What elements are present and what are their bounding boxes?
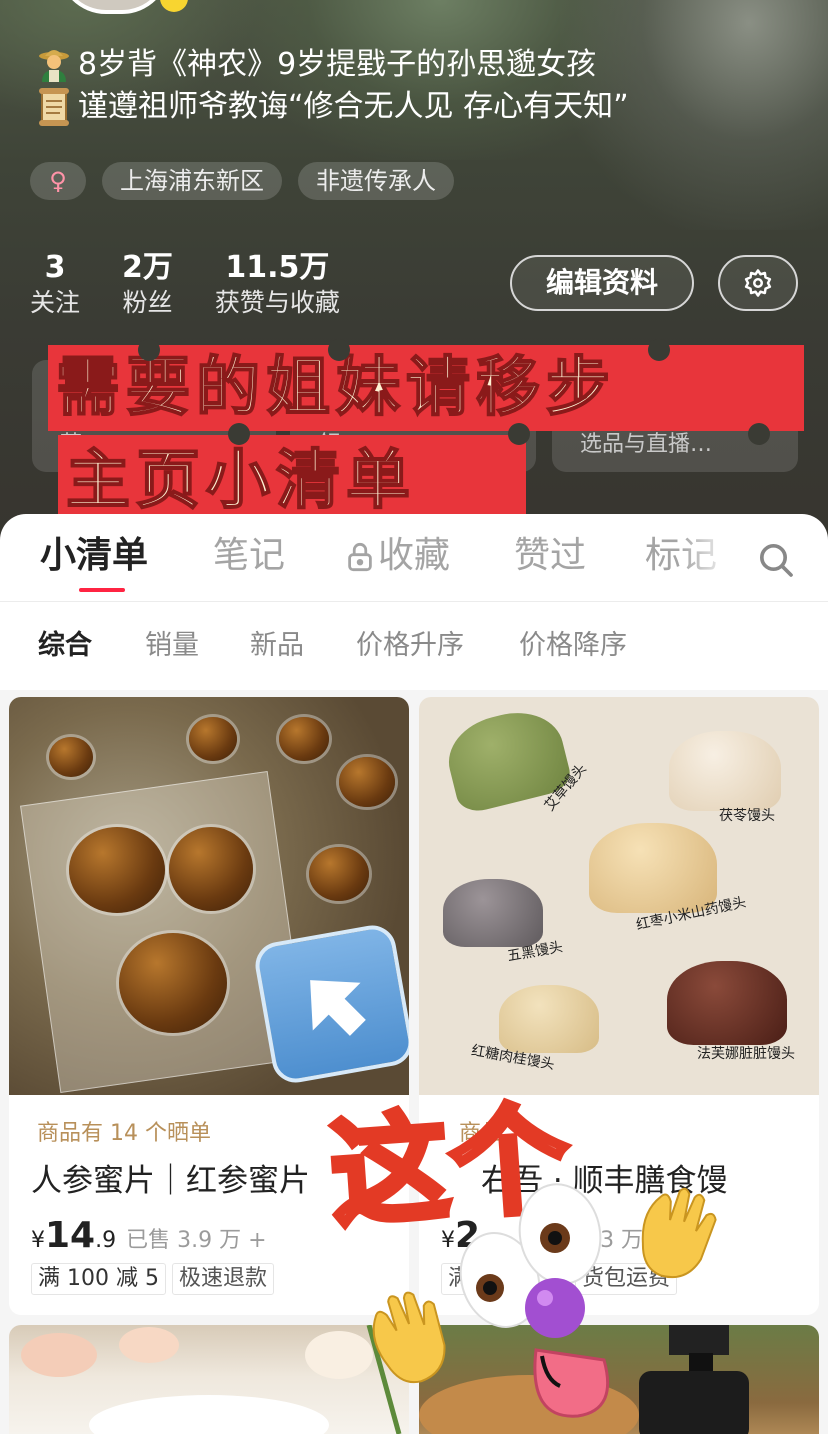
search-button[interactable]	[752, 536, 800, 584]
product-review-count: 商品有 14 个晒单	[37, 1121, 211, 1146]
bio-line-1: 8岁背《神农》9岁提戥子的孙思邈女孩	[78, 47, 597, 82]
stat-label: 关注	[30, 288, 81, 317]
lock-icon	[348, 542, 372, 572]
up-arrow-emoji-icon	[251, 921, 409, 1087]
banner-dot	[648, 339, 670, 361]
tab-shopping-list[interactable]: 小清单	[40, 532, 148, 580]
feature-card[interactable]: 荐	[32, 360, 276, 472]
farmer-emoji-icon	[32, 45, 76, 85]
feature-card-label: 荐	[60, 432, 83, 457]
tab-label: 收藏	[378, 535, 451, 576]
stat-likes-collections[interactable]: 11.5万 获赞与收藏	[215, 250, 340, 320]
candy	[69, 827, 165, 913]
bun-five-black	[443, 879, 543, 947]
crazy-face-emoji-icon	[372, 1183, 717, 1418]
candy-wrapper	[20, 771, 308, 1093]
search-icon	[760, 544, 793, 577]
bio-line-2: 谨遵祖师爷教诲“修合无人见 存心有天知”	[78, 89, 629, 124]
price-currency: ¥	[31, 1228, 45, 1253]
bun-jujube	[589, 823, 717, 913]
candy	[189, 717, 237, 761]
profile-tags: ♀ 上海浦东新区 非遗传承人	[30, 162, 454, 200]
profile-header: 8岁背《神农》9岁提戥子的孙思邈女孩 谨遵祖师爷教诲“修合无人见 存心有天知” …	[0, 0, 828, 545]
bun-label: 茯苓馒头	[719, 808, 775, 824]
promo-badge: 极速退款	[171, 1263, 274, 1295]
feature-card-live-selection[interactable]: 选品与直播…	[552, 360, 798, 472]
product-image	[9, 697, 409, 1095]
banner-dot	[138, 339, 160, 361]
identity-tag[interactable]: 非遗传承人	[298, 162, 454, 200]
bun-brown-sugar	[499, 985, 599, 1053]
product-card[interactable]	[9, 1325, 409, 1434]
banner-dot	[328, 339, 350, 361]
sort-price-desc[interactable]: 价格降序	[519, 628, 627, 664]
active-tab-indicator	[79, 588, 125, 592]
bun-valrhona	[667, 961, 787, 1045]
scroll-emoji-icon	[32, 87, 76, 127]
tab-notes[interactable]: 笔记	[213, 532, 285, 580]
stat-following[interactable]: 3 关注	[30, 250, 80, 320]
gear-icon	[744, 269, 772, 297]
tab-fade	[680, 515, 740, 595]
location-tag[interactable]: 上海浦东新区	[102, 162, 282, 200]
candy	[279, 717, 329, 761]
tab-collections[interactable]: 收藏	[346, 532, 450, 580]
price-integer: 14	[45, 1215, 96, 1256]
sort-new[interactable]: 新品	[250, 628, 304, 664]
feature-card-label: 选品与直播…	[580, 432, 713, 457]
product-promos: 满 100 减 5 极速退款	[31, 1263, 274, 1295]
stat-value: 2万	[122, 250, 173, 285]
product-title: 人参蜜片｜红参蜜片	[31, 1163, 310, 1199]
stat-label: 粉丝	[122, 288, 173, 317]
stat-value: 11.5万	[225, 250, 330, 285]
bun-label: 法芙娜脏脏馒头	[697, 1046, 795, 1062]
sort-price-asc[interactable]: 价格升序	[356, 628, 464, 664]
profile-bio: 8岁背《神农》9岁提戥子的孙思邈女孩 谨遵祖师爷教诲“修合无人见 存心有天知”	[32, 44, 629, 128]
price-decimal: .9	[95, 1228, 117, 1253]
product-price: ¥14.9 已售 3.9 万 +	[31, 1215, 267, 1256]
feature-card[interactable]: 领	[290, 360, 536, 472]
sort-comprehensive[interactable]: 综合	[38, 628, 92, 664]
stat-label: 获赞与收藏	[214, 288, 340, 317]
candy	[309, 847, 369, 901]
sort-sales[interactable]: 销量	[145, 628, 199, 664]
settings-button[interactable]	[718, 255, 798, 311]
product-image: 艾草馒头 茯苓馒头 红枣小米山药馒头 五黑馒头 红糖肉桂馒头 法芙娜脏脏馒头	[419, 697, 819, 1095]
stat-followers[interactable]: 2万 粉丝	[122, 250, 173, 320]
gender-tag: ♀	[30, 162, 86, 200]
feature-card-label: 领	[318, 432, 341, 457]
candy	[169, 827, 253, 911]
sort-bar: 综合 销量 新品 价格升序 价格降序	[0, 602, 828, 690]
candy	[119, 933, 227, 1033]
tab-liked[interactable]: 赞过	[514, 532, 586, 580]
candy	[339, 757, 395, 807]
feature-cards: 荐 领 选品与直播…	[32, 360, 828, 472]
profile-stats: 3 关注 2万 粉丝 11.5万 获赞与收藏	[30, 250, 382, 320]
sold-count: 已售 3.9 万 +	[126, 1228, 267, 1253]
bun-poria	[669, 731, 781, 811]
stat-value: 3	[44, 250, 66, 285]
promo-badge: 满 100 减 5	[31, 1263, 166, 1295]
candy	[49, 737, 93, 777]
product-image	[9, 1325, 409, 1434]
edit-profile-button[interactable]: 编辑资料	[510, 255, 694, 311]
